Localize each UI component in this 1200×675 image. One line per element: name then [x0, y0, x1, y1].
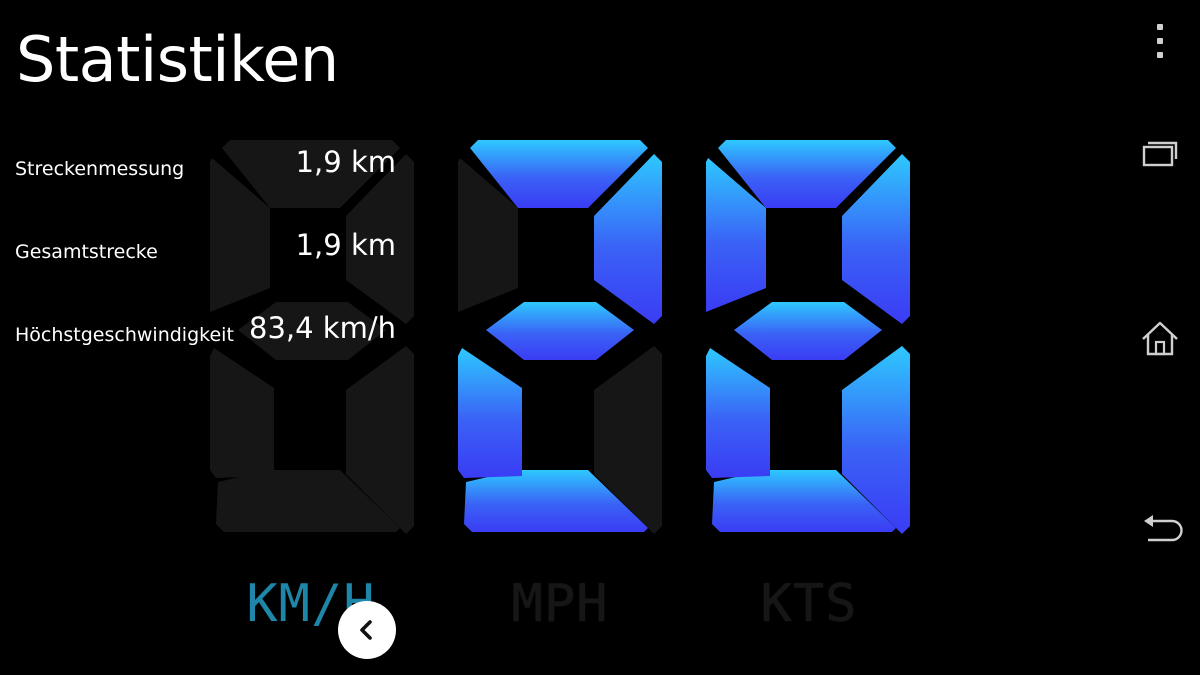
stat-value-gesamtstrecke: 1,9 km — [295, 228, 396, 262]
chevron-left-icon — [360, 620, 372, 640]
overflow-menu-icon[interactable] — [1148, 24, 1172, 58]
stat-value-streckenmessung: 1,9 km — [295, 145, 396, 179]
stat-label-gesamtstrecke: Gesamtstrecke — [15, 241, 158, 263]
segment-g — [486, 302, 634, 360]
speed-digit-3 — [706, 140, 910, 534]
page-title: Statistiken — [16, 23, 339, 96]
stat-label-hoechstgeschwindigkeit: Höchstgeschwindigkeit — [15, 324, 234, 346]
back-arrow-icon[interactable] — [1136, 504, 1184, 552]
segment-g — [734, 302, 882, 360]
segment-e — [706, 348, 770, 478]
stat-value-hoechstgeschwindigkeit: 83,4 km/h — [249, 311, 396, 345]
stat-label-streckenmessung: Streckenmessung — [15, 158, 185, 180]
segment-e — [458, 348, 522, 478]
collapse-button[interactable] — [338, 601, 396, 659]
unit-mph[interactable]: MPH — [460, 574, 660, 634]
home-icon[interactable] — [1136, 314, 1184, 362]
unit-kts[interactable]: KTS — [709, 574, 909, 634]
recent-apps-icon[interactable] — [1136, 130, 1184, 178]
speed-digit-2 — [458, 140, 662, 534]
segment-e — [210, 348, 274, 478]
